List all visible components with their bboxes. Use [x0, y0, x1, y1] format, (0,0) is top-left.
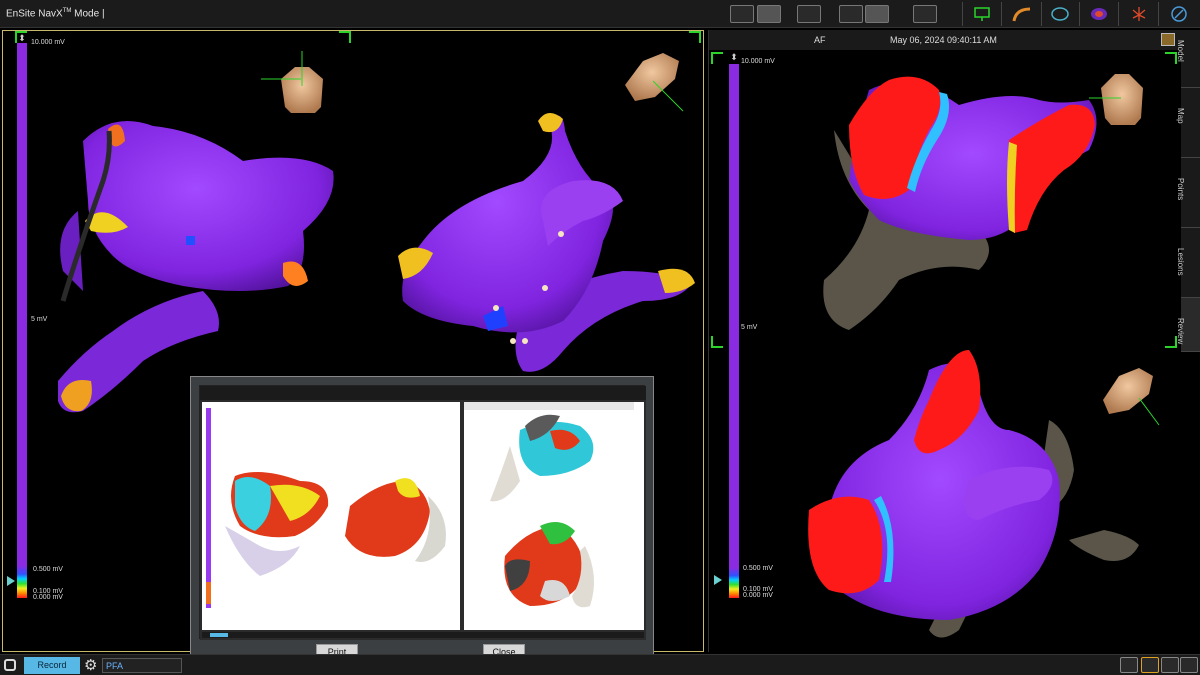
toolbar-separator: [1118, 2, 1119, 26]
monitor-icon[interactable]: [970, 5, 994, 23]
right-atrium-model-bottom[interactable]: [808, 350, 1139, 638]
app-title-mode: Mode |: [71, 8, 105, 20]
toolbar-separator: [1158, 2, 1159, 26]
bottom-status-bar: Record ⚙: [0, 654, 1200, 675]
camera-icon[interactable]: [797, 5, 821, 23]
print-preview-image: [199, 385, 646, 640]
app-title: EnSite NavXTM Mode |: [6, 8, 105, 19]
catheter-icon[interactable]: [1010, 5, 1034, 23]
orientation-torso-icon: [261, 51, 323, 113]
toolbar-separator: [1041, 2, 1042, 26]
zoom-icon[interactable]: [730, 5, 754, 23]
navigation-icon[interactable]: [1167, 5, 1191, 23]
toolbar-separator: [1001, 2, 1002, 26]
orientation-torso-icon: [1103, 368, 1160, 426]
tab-model-label: Model: [1176, 40, 1185, 62]
single-view-icon[interactable]: [757, 5, 781, 23]
gear-icon[interactable]: ⚙: [84, 656, 97, 674]
map-icon[interactable]: [1087, 5, 1111, 23]
left-atrium-model-lateral[interactable]: [398, 112, 695, 372]
print-preview-dialog: Print Close: [190, 376, 654, 674]
split-view-icon[interactable]: [865, 5, 889, 23]
tab-review[interactable]: Review: [1176, 298, 1200, 352]
print-preview-snapshot: [200, 386, 646, 640]
tab-review-label: Review: [1176, 318, 1185, 345]
right-map-canvas[interactable]: [709, 30, 1181, 652]
right-atrium-model-top[interactable]: [823, 76, 1097, 330]
right-map-view[interactable]: AF May 06, 2024 09:40:11 AM ⬍ 10.000 mV …: [708, 30, 1181, 652]
notes-icon[interactable]: [1141, 657, 1159, 673]
brand-logo-icon[interactable]: [4, 659, 16, 671]
toolbar-separator: [962, 2, 963, 26]
chat-icon[interactable]: [1120, 657, 1138, 673]
record-button[interactable]: Record: [24, 657, 80, 674]
top-toolbar: EnSite NavXTM Mode |: [0, 0, 1200, 28]
tab-points[interactable]: Points: [1176, 158, 1200, 228]
orientation-torso-icon: [1089, 74, 1143, 125]
home-icon[interactable]: [1161, 657, 1179, 673]
tab-map-label: Map: [1176, 108, 1185, 124]
procedure-input[interactable]: [102, 658, 182, 673]
ablation-icon[interactable]: [1127, 5, 1151, 23]
orientation-torso-icon: [625, 53, 684, 112]
left-atrium-model[interactable]: [58, 121, 334, 413]
tab-lesions-label: Lesions: [1176, 248, 1185, 276]
anatomy-icon[interactable]: [1048, 5, 1072, 23]
tab-model[interactable]: Model: [1176, 30, 1200, 88]
toolbar-separator: [1079, 2, 1080, 26]
tab-lesions[interactable]: Lesions: [1176, 228, 1200, 298]
tab-points-label: Points: [1176, 178, 1185, 201]
dual-view-icon[interactable]: [839, 5, 863, 23]
headset-icon[interactable]: [1180, 657, 1198, 673]
window-icon[interactable]: [913, 5, 937, 23]
app-title-main: EnSite NavX: [6, 8, 63, 20]
side-tab-strip: Model Map Points Lesions Review: [1176, 30, 1200, 352]
tab-map[interactable]: Map: [1176, 88, 1200, 158]
